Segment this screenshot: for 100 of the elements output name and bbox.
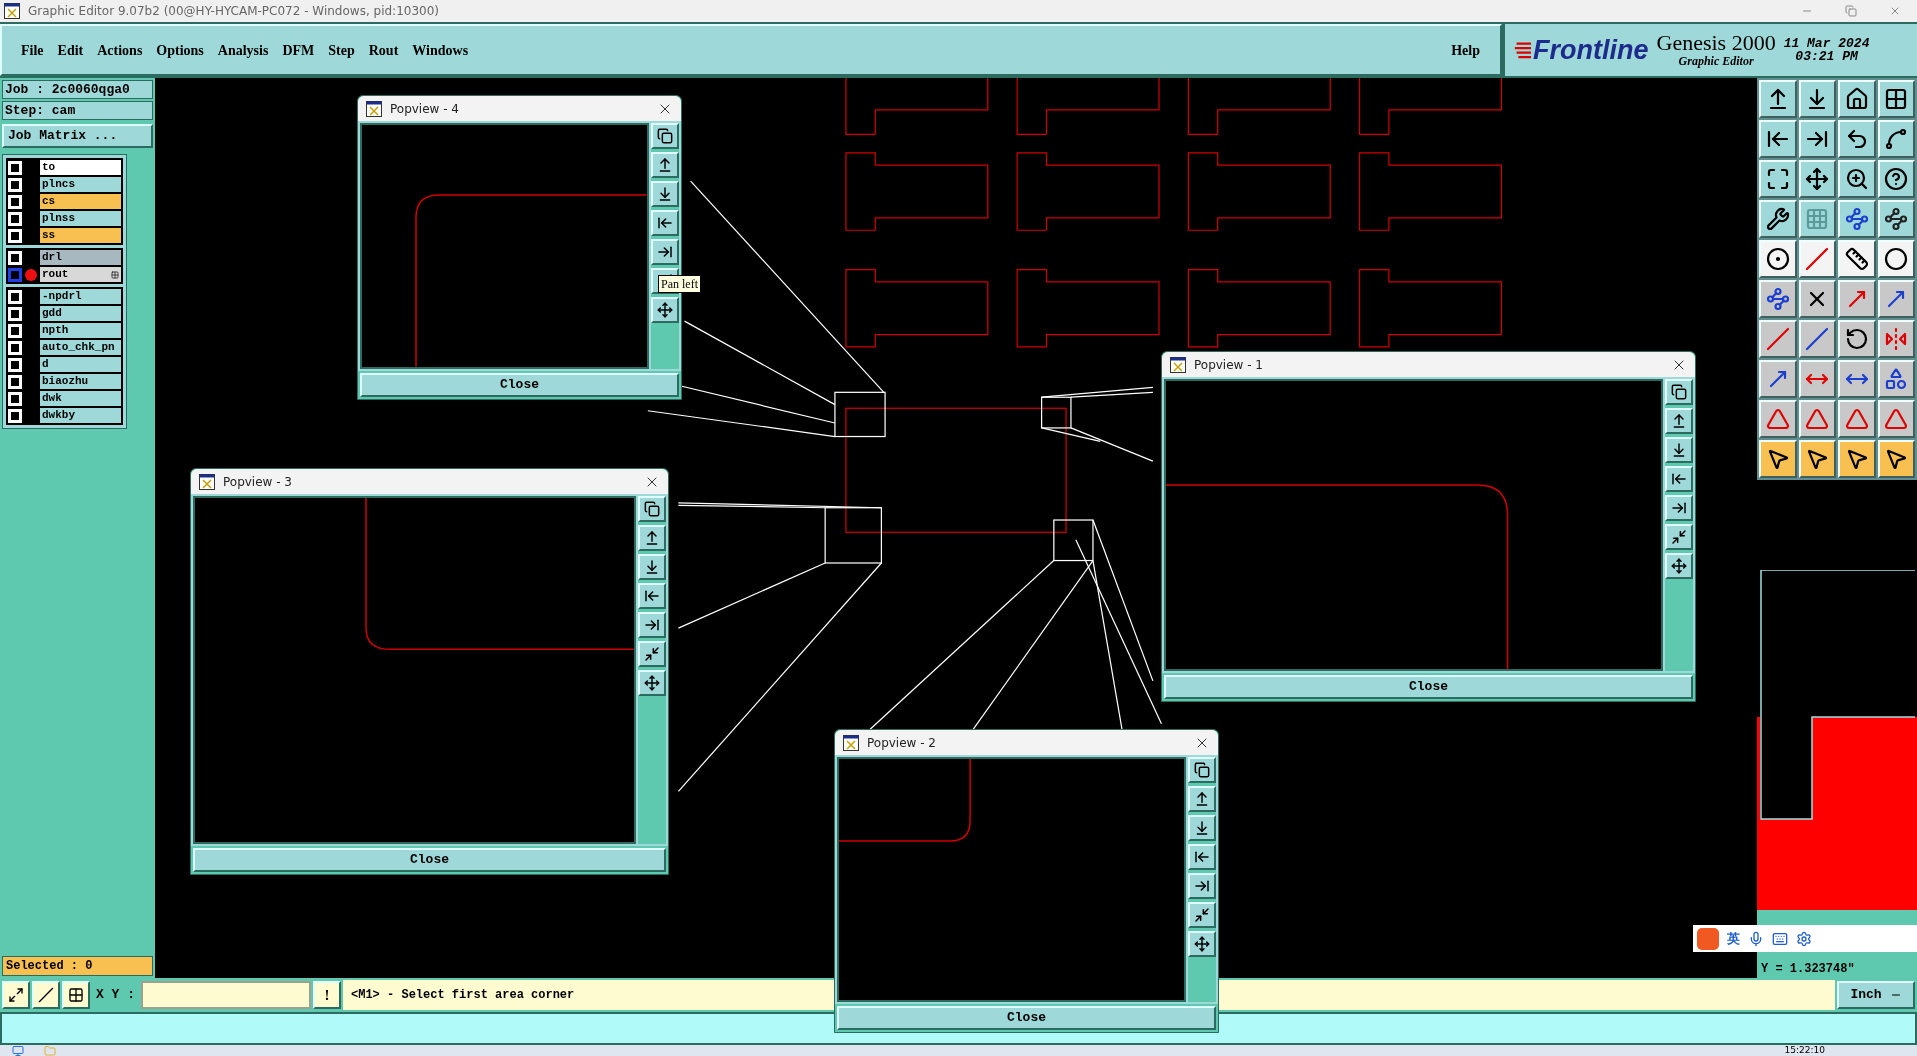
tool-button[interactable] bbox=[1877, 320, 1915, 358]
keyboard-icon[interactable] bbox=[1772, 930, 1788, 947]
start-icon[interactable] bbox=[12, 1045, 24, 1056]
layer-name[interactable]: plncs bbox=[40, 177, 121, 192]
tool-button[interactable] bbox=[1838, 360, 1876, 398]
view-tool-button[interactable] bbox=[1665, 437, 1693, 463]
tool-button[interactable] bbox=[1759, 440, 1797, 478]
tool-button[interactable] bbox=[1838, 400, 1876, 438]
tool-button[interactable] bbox=[1838, 80, 1876, 118]
layer-name[interactable]: dwk bbox=[40, 391, 121, 406]
view-tool-button[interactable] bbox=[1188, 786, 1216, 812]
menu-item[interactable]: Edit bbox=[50, 39, 91, 61]
layer-name[interactable]: biaozhu bbox=[40, 374, 121, 389]
view-tool-button[interactable] bbox=[651, 181, 679, 207]
layer-name[interactable]: npth bbox=[40, 323, 121, 338]
menu-item[interactable]: File bbox=[14, 39, 51, 61]
view-tool-button[interactable] bbox=[1188, 815, 1216, 841]
view-tool-button[interactable] bbox=[651, 123, 679, 149]
view-tool-button[interactable] bbox=[638, 641, 666, 667]
tool-button[interactable] bbox=[1877, 120, 1915, 158]
menu-item[interactable]: Actions bbox=[90, 39, 150, 61]
tool-button[interactable] bbox=[1759, 160, 1797, 198]
layer-name[interactable]: drl bbox=[40, 250, 121, 265]
tool-button[interactable] bbox=[1759, 400, 1797, 438]
layer-name[interactable]: -npdrl bbox=[40, 289, 121, 304]
alert-button[interactable]: ! bbox=[313, 981, 341, 1009]
tool-button[interactable] bbox=[1838, 240, 1876, 278]
microphone-icon[interactable] bbox=[1748, 930, 1764, 947]
tool-button[interactable] bbox=[1877, 440, 1915, 478]
layer-name[interactable]: dwkby bbox=[40, 408, 121, 423]
help-menu[interactable]: Help bbox=[1443, 39, 1488, 61]
tool-button[interactable] bbox=[1798, 240, 1836, 278]
layer-name[interactable]: plnss bbox=[40, 211, 121, 226]
tool-button[interactable] bbox=[1838, 200, 1876, 238]
tool-button[interactable] bbox=[1759, 360, 1797, 398]
tool-button[interactable] bbox=[1798, 360, 1836, 398]
view-tool-button[interactable] bbox=[638, 612, 666, 638]
tool-button[interactable] bbox=[1759, 280, 1797, 318]
layer-name[interactable]: gdd bbox=[40, 306, 121, 321]
layer-name[interactable]: ss bbox=[40, 228, 121, 243]
view-tool-button[interactable] bbox=[651, 210, 679, 236]
layer-checkbox[interactable] bbox=[8, 267, 22, 282]
layer-name[interactable]: d bbox=[40, 357, 121, 372]
view-tool-button[interactable] bbox=[1665, 553, 1693, 579]
tool-button[interactable] bbox=[1759, 320, 1797, 358]
view-tool-button[interactable] bbox=[638, 525, 666, 551]
close-button[interactable]: Close bbox=[837, 1006, 1216, 1030]
view-tool-button[interactable] bbox=[1665, 495, 1693, 521]
view-tool-button[interactable] bbox=[651, 152, 679, 178]
settings-icon[interactable] bbox=[1796, 930, 1812, 947]
tool-button[interactable] bbox=[1877, 360, 1915, 398]
menu-item[interactable]: Analysis bbox=[210, 39, 276, 61]
tool-button[interactable] bbox=[1877, 280, 1915, 318]
view-tool-button[interactable] bbox=[651, 239, 679, 265]
tool-button[interactable] bbox=[1877, 200, 1915, 238]
tool-button[interactable] bbox=[1838, 440, 1876, 478]
view-tool-button[interactable] bbox=[1665, 408, 1693, 434]
view-tool-button[interactable] bbox=[638, 583, 666, 609]
close-button[interactable]: Close bbox=[1164, 675, 1693, 699]
view-tool-button[interactable] bbox=[638, 554, 666, 580]
tool-button[interactable] bbox=[1877, 400, 1915, 438]
menu-item[interactable]: Windows bbox=[405, 39, 476, 61]
tool-button[interactable] bbox=[1877, 80, 1915, 118]
tool-button[interactable] bbox=[1838, 280, 1876, 318]
view-tool-button[interactable] bbox=[638, 670, 666, 696]
view-tool-button[interactable] bbox=[1665, 379, 1693, 405]
tool-button[interactable] bbox=[1798, 80, 1836, 118]
menu-item[interactable]: Step bbox=[321, 39, 362, 61]
view-tool-button[interactable] bbox=[1665, 524, 1693, 550]
tool-button[interactable] bbox=[1759, 200, 1797, 238]
status-tool-button[interactable] bbox=[2, 981, 30, 1009]
tool-button[interactable] bbox=[1798, 280, 1836, 318]
tool-button[interactable] bbox=[1798, 200, 1836, 238]
tool-button[interactable] bbox=[1838, 160, 1876, 198]
status-tool-button[interactable] bbox=[62, 981, 90, 1009]
view-tool-button[interactable] bbox=[1188, 902, 1216, 928]
view-tool-button[interactable] bbox=[638, 496, 666, 522]
zoom-area-frame[interactable] bbox=[834, 391, 886, 438]
layer-name[interactable]: to bbox=[40, 160, 121, 175]
job-matrix-button[interactable]: Job Matrix ... bbox=[2, 124, 153, 148]
tool-button[interactable] bbox=[1798, 320, 1836, 358]
tool-button[interactable] bbox=[1798, 160, 1836, 198]
tool-button[interactable] bbox=[1798, 440, 1836, 478]
view-tool-button[interactable] bbox=[1188, 757, 1216, 783]
view-tool-button[interactable] bbox=[1188, 873, 1216, 899]
tool-button[interactable] bbox=[1759, 80, 1797, 118]
zoom-area-frame[interactable] bbox=[1053, 519, 1094, 562]
view-tool-button[interactable] bbox=[1188, 931, 1216, 957]
layer-name[interactable]: rout bbox=[40, 267, 121, 282]
view-tool-button[interactable] bbox=[1188, 844, 1216, 870]
menu-item[interactable]: DFM bbox=[275, 39, 322, 61]
layer-name[interactable]: auto_chk_pn bbox=[40, 340, 121, 355]
zoom-area-frame[interactable] bbox=[824, 507, 882, 564]
menu-item[interactable]: Options bbox=[149, 39, 211, 61]
layer-name[interactable]: cs bbox=[40, 194, 121, 209]
tool-button[interactable] bbox=[1838, 120, 1876, 158]
view-tool-button[interactable] bbox=[651, 297, 679, 323]
tool-button[interactable] bbox=[1798, 120, 1836, 158]
tool-button[interactable] bbox=[1877, 160, 1915, 198]
zoom-area-frame[interactable] bbox=[1041, 396, 1072, 429]
